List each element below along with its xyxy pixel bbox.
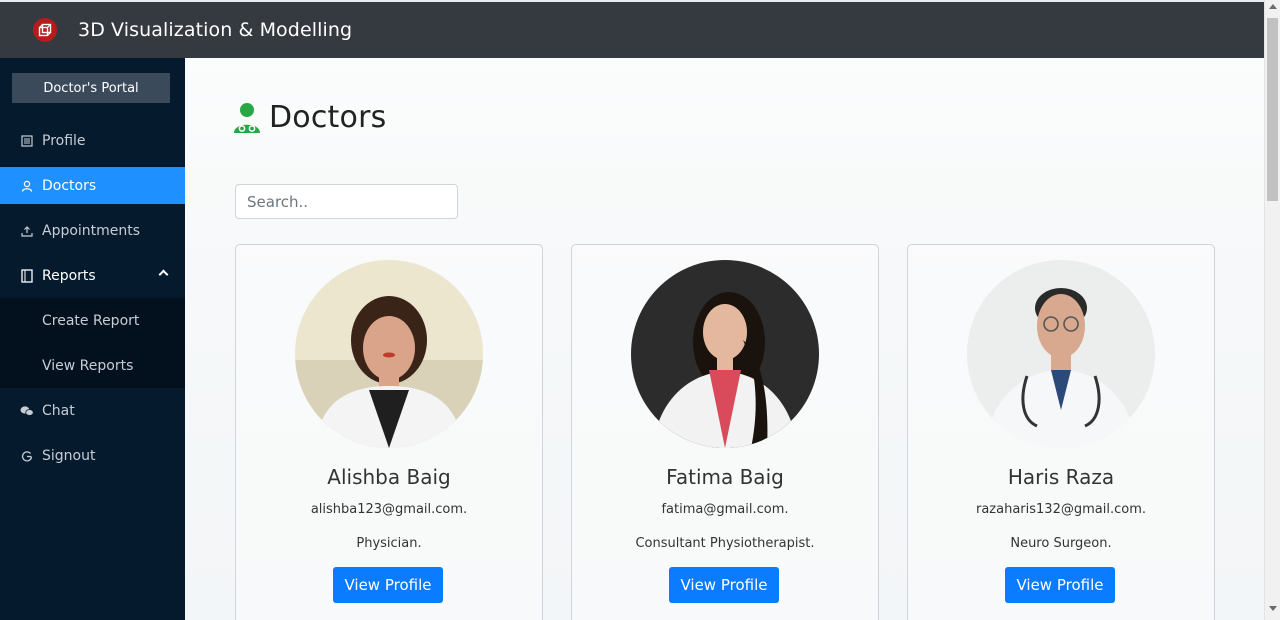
- sidebar-item-profile[interactable]: Profile: [0, 122, 185, 159]
- doctor-avatar: [631, 260, 819, 448]
- doctor-email: alishba123@gmail.com.: [310, 502, 468, 517]
- doctor-email: fatima@gmail.com.: [661, 502, 789, 517]
- view-profile-button[interactable]: View Profile: [333, 567, 443, 603]
- sidebar-item-chat[interactable]: Chat: [0, 392, 185, 429]
- scroll-down-arrow-icon[interactable]: [1269, 606, 1277, 611]
- doctor-card: Haris Raza razaharis132@gmail.com. Neuro…: [907, 244, 1215, 620]
- doctor-specialty: Consultant Physiotherapist.: [635, 536, 815, 551]
- sidebar-item-view-reports[interactable]: View Reports: [0, 343, 185, 388]
- page-scrollbar[interactable]: [1264, 0, 1280, 620]
- sidebar-item-label: Reports: [42, 267, 96, 284]
- doctor-avatar: [967, 260, 1155, 448]
- sidebar-item-label: Create Report: [42, 312, 140, 329]
- scroll-thumb[interactable]: [1267, 18, 1278, 201]
- sidebar-item-signout[interactable]: Signout: [0, 437, 185, 474]
- reports-submenu: Create Report View Reports: [0, 298, 185, 388]
- sidebar-item-doctors[interactable]: Doctors: [0, 167, 185, 204]
- sidebar-item-label: Profile: [42, 132, 86, 149]
- upload-icon: [20, 224, 34, 238]
- main-content: Doctors Alishba Baig alishba123@gmail.co…: [185, 58, 1264, 620]
- chevron-up-icon[interactable]: [158, 269, 169, 280]
- user-icon: [20, 179, 34, 193]
- sidebar-item-reports[interactable]: Reports: [0, 257, 185, 294]
- page-title: Doctors: [233, 100, 386, 135]
- sidebar: Doctor's Portal Profile Doctors Appointm…: [0, 58, 185, 620]
- doctor-card: Fatima Baig fatima@gmail.com. Consultant…: [571, 244, 879, 620]
- view-profile-button[interactable]: View Profile: [669, 567, 779, 603]
- doctor-name: Alishba Baig: [327, 465, 451, 489]
- app-title[interactable]: 3D Visualization & Modelling: [78, 19, 352, 41]
- sidebar-item-appointments[interactable]: Appointments: [0, 212, 185, 249]
- sidebar-item-label: Doctors: [42, 177, 97, 194]
- doctor-specialty: Physician.: [356, 536, 422, 551]
- cube-icon[interactable]: [33, 18, 57, 42]
- sidebar-item-label: Appointments: [42, 222, 141, 239]
- portal-badge: Doctor's Portal: [12, 73, 170, 103]
- doctor-specialty: Neuro Surgeon.: [1010, 536, 1112, 551]
- search-input[interactable]: [235, 184, 458, 219]
- page-heading: Doctors: [269, 100, 387, 135]
- chat-icon: [20, 404, 34, 418]
- view-profile-button[interactable]: View Profile: [1005, 567, 1115, 603]
- doctor-card: Alishba Baig alishba123@gmail.com. Physi…: [235, 244, 543, 620]
- sidebar-item-label: Signout: [42, 447, 96, 464]
- doctor-icon: [234, 102, 260, 133]
- top-navbar: 3D Visualization & Modelling: [0, 0, 1264, 58]
- sidebar-item-create-report[interactable]: Create Report: [0, 298, 185, 343]
- doctor-email: razaharis132@gmail.com.: [976, 502, 1146, 517]
- document-icon: [20, 268, 34, 283]
- sidebar-item-label: View Reports: [42, 357, 134, 374]
- doctor-name: Haris Raza: [1007, 465, 1115, 489]
- power-icon: [20, 449, 34, 463]
- list-icon: [20, 134, 34, 148]
- scroll-up-arrow-icon[interactable]: [1269, 4, 1277, 9]
- doctor-avatar: [295, 260, 483, 448]
- sidebar-item-label: Chat: [42, 402, 75, 419]
- doctor-name: Fatima Baig: [666, 465, 784, 489]
